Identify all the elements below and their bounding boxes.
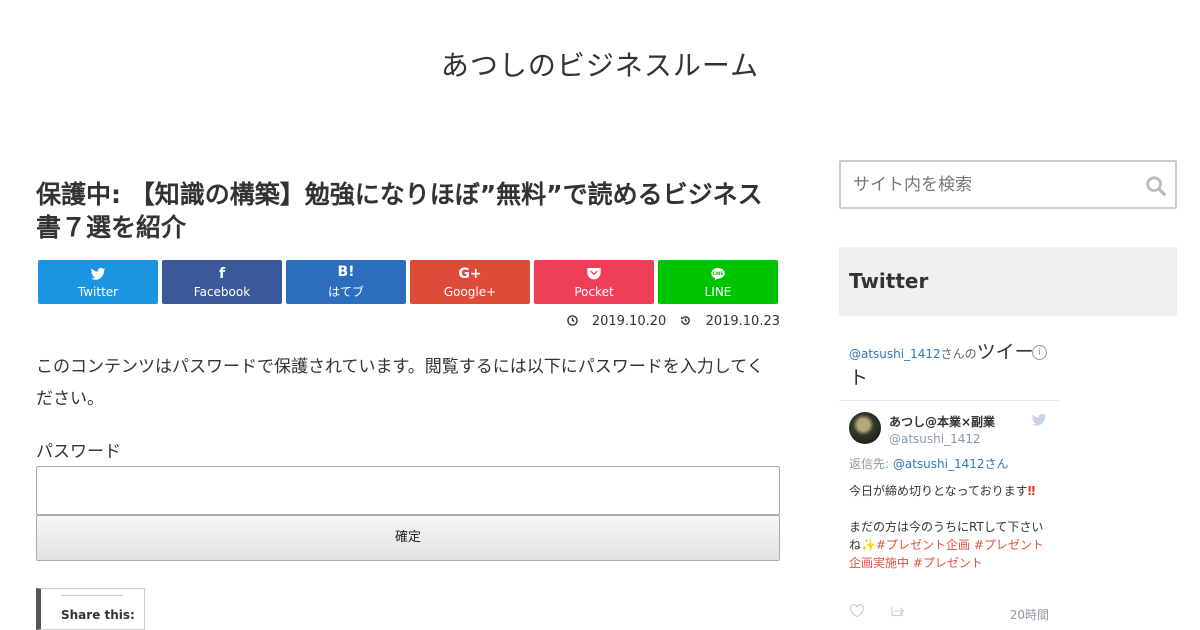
sidebar: Twitter @atsushi_1412さんのツイート i あつし@本業×副業…: [839, 160, 1177, 630]
search-icon[interactable]: [1145, 175, 1167, 197]
share-twitter-button[interactable]: Twitter: [38, 260, 158, 304]
password-input[interactable]: [36, 466, 780, 515]
twitter-timeline: @atsushi_1412さんのツイート i あつし@本業×副業 @atsush…: [839, 340, 1059, 630]
share-pocket-label: Pocket: [574, 284, 614, 299]
share-google-plus-button[interactable]: G+ Google+: [410, 260, 530, 304]
share-facebook-button[interactable]: f Facebook: [162, 260, 282, 304]
tweet-actions: 20時間: [849, 598, 1049, 628]
heart-icon[interactable]: [849, 604, 865, 618]
share-pocket-button[interactable]: Pocket: [534, 260, 654, 304]
reply-prefix: 返信先:: [849, 457, 893, 471]
share-hatena-button[interactable]: B! はてブ: [286, 260, 406, 304]
twitter-widget-title: Twitter: [839, 247, 1177, 316]
twitter-icon: [90, 267, 106, 280]
site-title[interactable]: あつしのビジネスルーム: [0, 44, 1200, 84]
timeline-header: @atsushi_1412さんのツイート i: [839, 340, 1059, 392]
share-twitter-label: Twitter: [77, 284, 119, 299]
tweet-screen-name[interactable]: @atsushi_1412: [889, 432, 981, 446]
share-this-box: Share this:: [36, 588, 145, 630]
hashtag-1[interactable]: #プレゼント企画: [876, 538, 970, 552]
clock-icon: [566, 315, 578, 326]
post-title: 保護中: 【知識の構築】勉強になりほぼ”無料”で読めるビジネス書７選を紹介: [36, 180, 763, 242]
share-this-divider: [61, 595, 123, 596]
tweet-reply-to: 返信先: @atsushi_1412さん: [849, 455, 1049, 472]
tweet-author-name[interactable]: あつし@本業×副業: [889, 413, 995, 430]
tweet-time[interactable]: 20時間: [1010, 606, 1049, 623]
facebook-icon: f: [218, 265, 226, 282]
updated-date: 2019.10.23: [680, 314, 780, 329]
updated-date-text: 2019.10.23: [705, 314, 780, 329]
tweet-text: 今日が締め切りとなっております‼ まだの方は今のうちにRTして下さいね✨#プレゼ…: [849, 482, 1049, 572]
google-plus-icon: G+: [458, 265, 482, 282]
twitter-bird-icon[interactable]: [1031, 413, 1047, 427]
protected-message: このコンテンツはパスワードで保護されています。閲覧するには以下にパスワードを入力…: [36, 357, 764, 409]
sparkles-icon: ✨: [861, 538, 876, 552]
search-input[interactable]: [853, 162, 1133, 207]
share-line-button[interactable]: LINE LINE: [658, 260, 778, 304]
share-icon[interactable]: [889, 604, 905, 618]
info-icon[interactable]: i: [1032, 345, 1047, 360]
double-exclamation-icon: ‼: [1027, 484, 1036, 498]
post-dates: 2019.10.20 2019.10.23: [36, 314, 780, 329]
submit-button[interactable]: 確定: [36, 515, 780, 561]
reply-handle[interactable]: @atsushi_1412さん: [893, 457, 1009, 471]
share-facebook-label: Facebook: [193, 284, 251, 299]
line-icon: LINE: [711, 267, 725, 281]
tweet[interactable]: あつし@本業×副業 @atsushi_1412 返信先: @atsushi_14…: [839, 401, 1059, 630]
published-date: 2019.10.20: [566, 314, 671, 329]
hashtag-3[interactable]: #プレゼント: [913, 556, 983, 570]
share-google-plus-label: Google+: [443, 284, 497, 299]
svg-text:LINE: LINE: [713, 271, 723, 276]
search-box: [839, 160, 1177, 209]
timeline-handle[interactable]: @atsushi_1412: [849, 347, 941, 361]
share-buttons: Twitter f Facebook B! はてブ G+ Google+ Poc…: [38, 260, 780, 304]
published-date-text: 2019.10.20: [591, 314, 667, 329]
share-hatena-label: はてブ: [327, 285, 364, 299]
pocket-icon: [587, 267, 601, 279]
main-content: 保護中: 【知識の構築】勉強になりほぼ”無料”で読めるビジネス書７選を紹介 Tw…: [36, 178, 780, 561]
share-line-label: LINE: [704, 284, 732, 299]
tweet-line-1: 今日が締め切りとなっております: [849, 484, 1028, 498]
password-label: パスワード: [36, 442, 121, 462]
history-icon: [681, 316, 691, 325]
share-this-label: Share this:: [61, 608, 135, 622]
timeline-suffix: さんの: [940, 347, 977, 361]
avatar[interactable]: [849, 412, 881, 444]
hatena-bookmark-icon: B!: [337, 264, 355, 280]
